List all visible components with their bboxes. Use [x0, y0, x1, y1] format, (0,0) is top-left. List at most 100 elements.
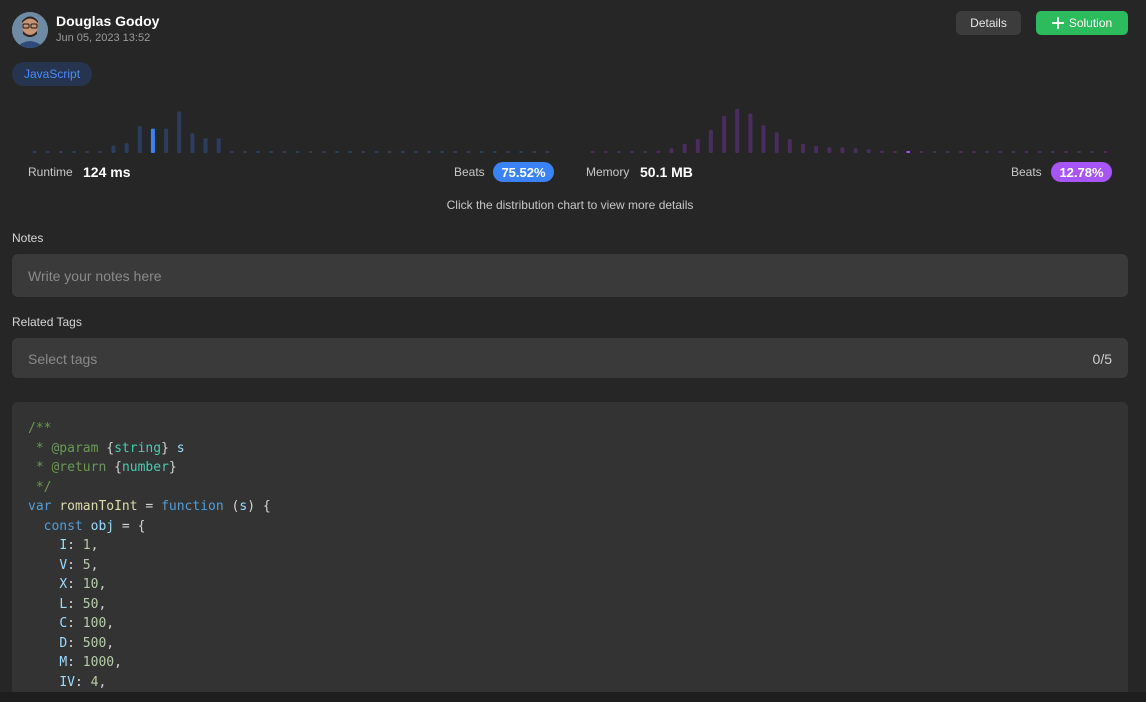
memory-bar[interactable] [1090, 151, 1095, 153]
runtime-bar[interactable] [466, 151, 471, 153]
runtime-bar[interactable] [137, 126, 142, 153]
runtime-bar[interactable] [164, 128, 169, 153]
memory-bar[interactable] [1064, 151, 1068, 153]
code-token: : [67, 538, 83, 553]
runtime-distribution-chart[interactable] [28, 106, 554, 156]
runtime-bar[interactable] [400, 151, 405, 153]
runtime-bar[interactable] [124, 143, 129, 153]
memory-bar[interactable] [814, 146, 819, 153]
runtime-bar[interactable] [427, 151, 432, 153]
code-token: , [98, 674, 107, 690]
memory-bar[interactable] [708, 129, 713, 153]
memory-bar[interactable] [998, 151, 1003, 153]
runtime-bar[interactable] [348, 151, 353, 153]
runtime-bar[interactable] [387, 151, 392, 153]
memory-bar[interactable] [748, 113, 753, 153]
add-solution-button[interactable]: Solution [1036, 11, 1128, 35]
runtime-bar[interactable] [295, 151, 300, 153]
memory-distribution-chart[interactable] [586, 106, 1112, 156]
runtime-bar[interactable] [269, 151, 274, 153]
runtime-bar[interactable] [308, 151, 313, 153]
code-line: I: 1, [28, 536, 271, 556]
memory-bar[interactable] [1011, 151, 1016, 153]
memory-bar[interactable] [1050, 151, 1055, 153]
runtime-bar[interactable] [374, 151, 379, 153]
memory-bar[interactable] [1024, 151, 1029, 153]
user-name[interactable]: Douglas Godoy [56, 13, 159, 29]
memory-bar[interactable] [840, 147, 845, 153]
memory-bar[interactable] [787, 139, 792, 153]
memory-bar[interactable] [985, 151, 990, 153]
runtime-bar[interactable] [216, 138, 221, 153]
code-token: @param [51, 440, 99, 456]
memory-bar[interactable] [616, 151, 621, 153]
runtime-bar[interactable] [453, 151, 458, 153]
memory-bar[interactable] [853, 148, 858, 153]
details-button[interactable]: Details [956, 11, 1021, 35]
memory-bar[interactable] [722, 115, 727, 153]
memory-bar[interactable] [906, 151, 911, 153]
memory-bar[interactable] [866, 149, 871, 153]
memory-bar[interactable] [761, 125, 766, 153]
notes-input[interactable] [12, 254, 1128, 297]
runtime-bar[interactable] [335, 151, 339, 153]
runtime-bar[interactable] [111, 145, 116, 153]
runtime-bar[interactable] [321, 151, 326, 153]
tags-select[interactable]: Select tags 0/5 [12, 338, 1128, 378]
memory-bar[interactable] [827, 147, 832, 153]
memory-bar[interactable] [695, 139, 700, 153]
runtime-bar[interactable] [190, 133, 195, 153]
runtime-bar[interactable] [479, 151, 484, 153]
runtime-bar[interactable] [243, 151, 247, 153]
tags-count: 0/5 [1092, 351, 1112, 367]
memory-bar[interactable] [945, 151, 950, 153]
runtime-bar[interactable] [98, 151, 103, 153]
chart-hint: Click the distribution chart to view mor… [446, 198, 694, 212]
runtime-bar[interactable] [85, 151, 90, 153]
code-token: ( [223, 499, 240, 514]
memory-bar[interactable] [735, 109, 740, 153]
avatar[interactable] [12, 12, 48, 48]
runtime-bar[interactable] [256, 151, 261, 153]
memory-bar[interactable] [656, 150, 661, 153]
runtime-bar[interactable] [492, 151, 497, 153]
memory-bar[interactable] [774, 132, 779, 153]
memory-bar[interactable] [932, 151, 937, 153]
memory-bar[interactable] [1077, 151, 1082, 153]
memory-bar[interactable] [801, 143, 805, 153]
memory-bar[interactable] [971, 151, 976, 153]
runtime-bar[interactable] [229, 151, 234, 153]
runtime-bar[interactable] [440, 151, 445, 153]
memory-bar[interactable] [958, 151, 963, 153]
runtime-bar[interactable] [506, 151, 510, 153]
memory-bar[interactable] [669, 148, 674, 153]
memory-bar[interactable] [1037, 151, 1042, 153]
memory-bar[interactable] [603, 151, 608, 153]
runtime-bar[interactable] [58, 151, 63, 153]
runtime-bar[interactable] [150, 128, 155, 153]
runtime-bar[interactable] [72, 151, 76, 153]
runtime-bar[interactable] [413, 151, 418, 153]
memory-bar[interactable] [879, 150, 884, 153]
memory-bar[interactable] [643, 151, 648, 153]
language-tag[interactable]: JavaScript [12, 62, 93, 86]
runtime-bar[interactable] [532, 151, 537, 153]
memory-bar[interactable] [919, 151, 924, 153]
memory-beats-label: Beats [1011, 165, 1042, 179]
runtime-bar[interactable] [203, 138, 208, 153]
code-block[interactable]: /** * @param {string} s * @return {numbe… [12, 402, 1128, 692]
runtime-bar[interactable] [32, 151, 37, 153]
memory-bar[interactable] [590, 151, 595, 153]
runtime-bar[interactable] [519, 151, 524, 153]
runtime-bar[interactable] [45, 151, 50, 153]
runtime-bar[interactable] [361, 151, 366, 153]
memory-bar[interactable] [893, 151, 897, 153]
runtime-bar[interactable] [282, 151, 287, 153]
runtime-bar[interactable] [545, 151, 550, 153]
memory-bar[interactable] [682, 143, 687, 153]
memory-bar[interactable] [1103, 151, 1108, 153]
runtime-bar[interactable] [177, 111, 182, 153]
memory-bar[interactable] [630, 151, 634, 153]
